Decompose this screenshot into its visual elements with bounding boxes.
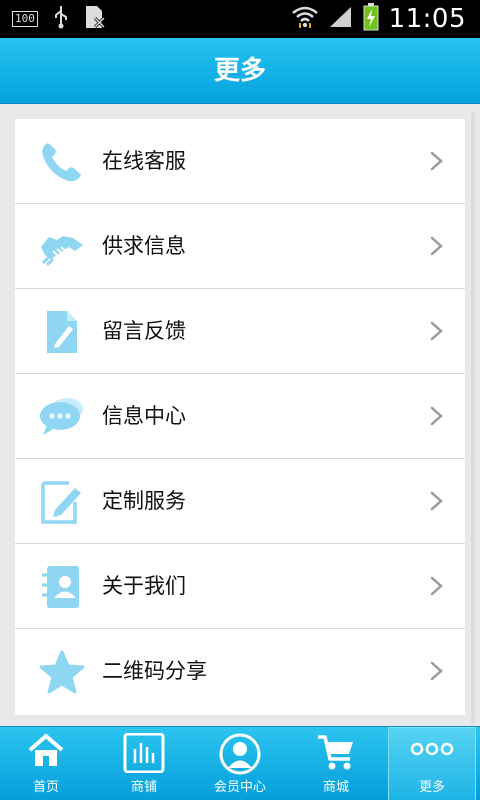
battery-percent-badge: 100 (12, 11, 38, 27)
menu-item-label: 信息中心 (102, 404, 186, 428)
scroll-indicator (471, 112, 475, 724)
signal-icon (329, 5, 353, 33)
home-icon (27, 733, 65, 773)
chevron-right-icon (429, 235, 445, 257)
bar-chart-icon (123, 732, 165, 777)
menu-item-label: 在线客服 (102, 149, 186, 173)
chevron-right-icon (429, 490, 445, 512)
chevron-right-icon (429, 575, 445, 597)
menu-item-supply-demand[interactable]: 供求信息 (15, 204, 465, 289)
edit-icon (39, 480, 85, 524)
tab-label: 会员中心 (213, 780, 266, 795)
tab-label: 首页 (32, 780, 59, 795)
menu-item-label: 关于我们 (102, 574, 186, 598)
tab-home[interactable]: 首页 (0, 727, 92, 800)
menu-item-qrcode-share[interactable]: 二维码分享 (15, 629, 465, 715)
handshake-icon (39, 225, 85, 269)
battery-charging-icon (363, 3, 379, 35)
page-title: 更多 (213, 56, 266, 86)
contact-card-icon (39, 565, 85, 609)
tab-label: 商铺 (130, 780, 157, 795)
menu-item-about-us[interactable]: 关于我们 (15, 544, 465, 629)
status-bar: 100 11:05 (0, 0, 480, 38)
phone-icon (39, 140, 85, 184)
menu-item-label: 供求信息 (102, 234, 186, 258)
star-icon (39, 650, 85, 694)
chevron-right-icon (429, 660, 445, 682)
usb-icon (54, 5, 68, 33)
document-pen-icon (39, 310, 85, 354)
menu-item-label: 定制服务 (102, 489, 186, 513)
tab-label: 商城 (322, 780, 349, 795)
clock-time: 11:05 (388, 4, 466, 34)
tab-mall[interactable]: 商城 (288, 727, 384, 800)
chevron-right-icon (429, 320, 445, 342)
menu-item-info-center[interactable]: 信息中心 (15, 374, 465, 459)
menu-item-label: 二维码分享 (102, 659, 207, 683)
tab-more[interactable]: 更多 (388, 727, 476, 800)
user-icon (219, 733, 261, 779)
more-menu-list: 在线客服 供求信息 留言反馈 信息中心 定制服务 关于我们 二维码分享 (15, 119, 465, 715)
tab-shop[interactable]: 商铺 (96, 727, 192, 800)
sim-card-icon (84, 5, 106, 33)
menu-item-online-service[interactable]: 在线客服 (15, 119, 465, 204)
bottom-nav: 首页 商铺 会员中心 商城 更多 (0, 726, 480, 800)
cart-icon (316, 733, 356, 775)
wifi-icon (291, 5, 319, 33)
more-dots-icon (410, 741, 454, 761)
tab-label: 更多 (418, 780, 445, 795)
menu-item-label: 留言反馈 (102, 319, 186, 343)
tab-member-center[interactable]: 会员中心 (192, 727, 288, 800)
chevron-right-icon (429, 150, 445, 172)
title-bar: 更多 (0, 38, 480, 104)
menu-item-message-feedback[interactable]: 留言反馈 (15, 289, 465, 374)
menu-item-custom-service[interactable]: 定制服务 (15, 459, 465, 544)
chevron-right-icon (429, 405, 445, 427)
chat-bubbles-icon (39, 395, 85, 439)
